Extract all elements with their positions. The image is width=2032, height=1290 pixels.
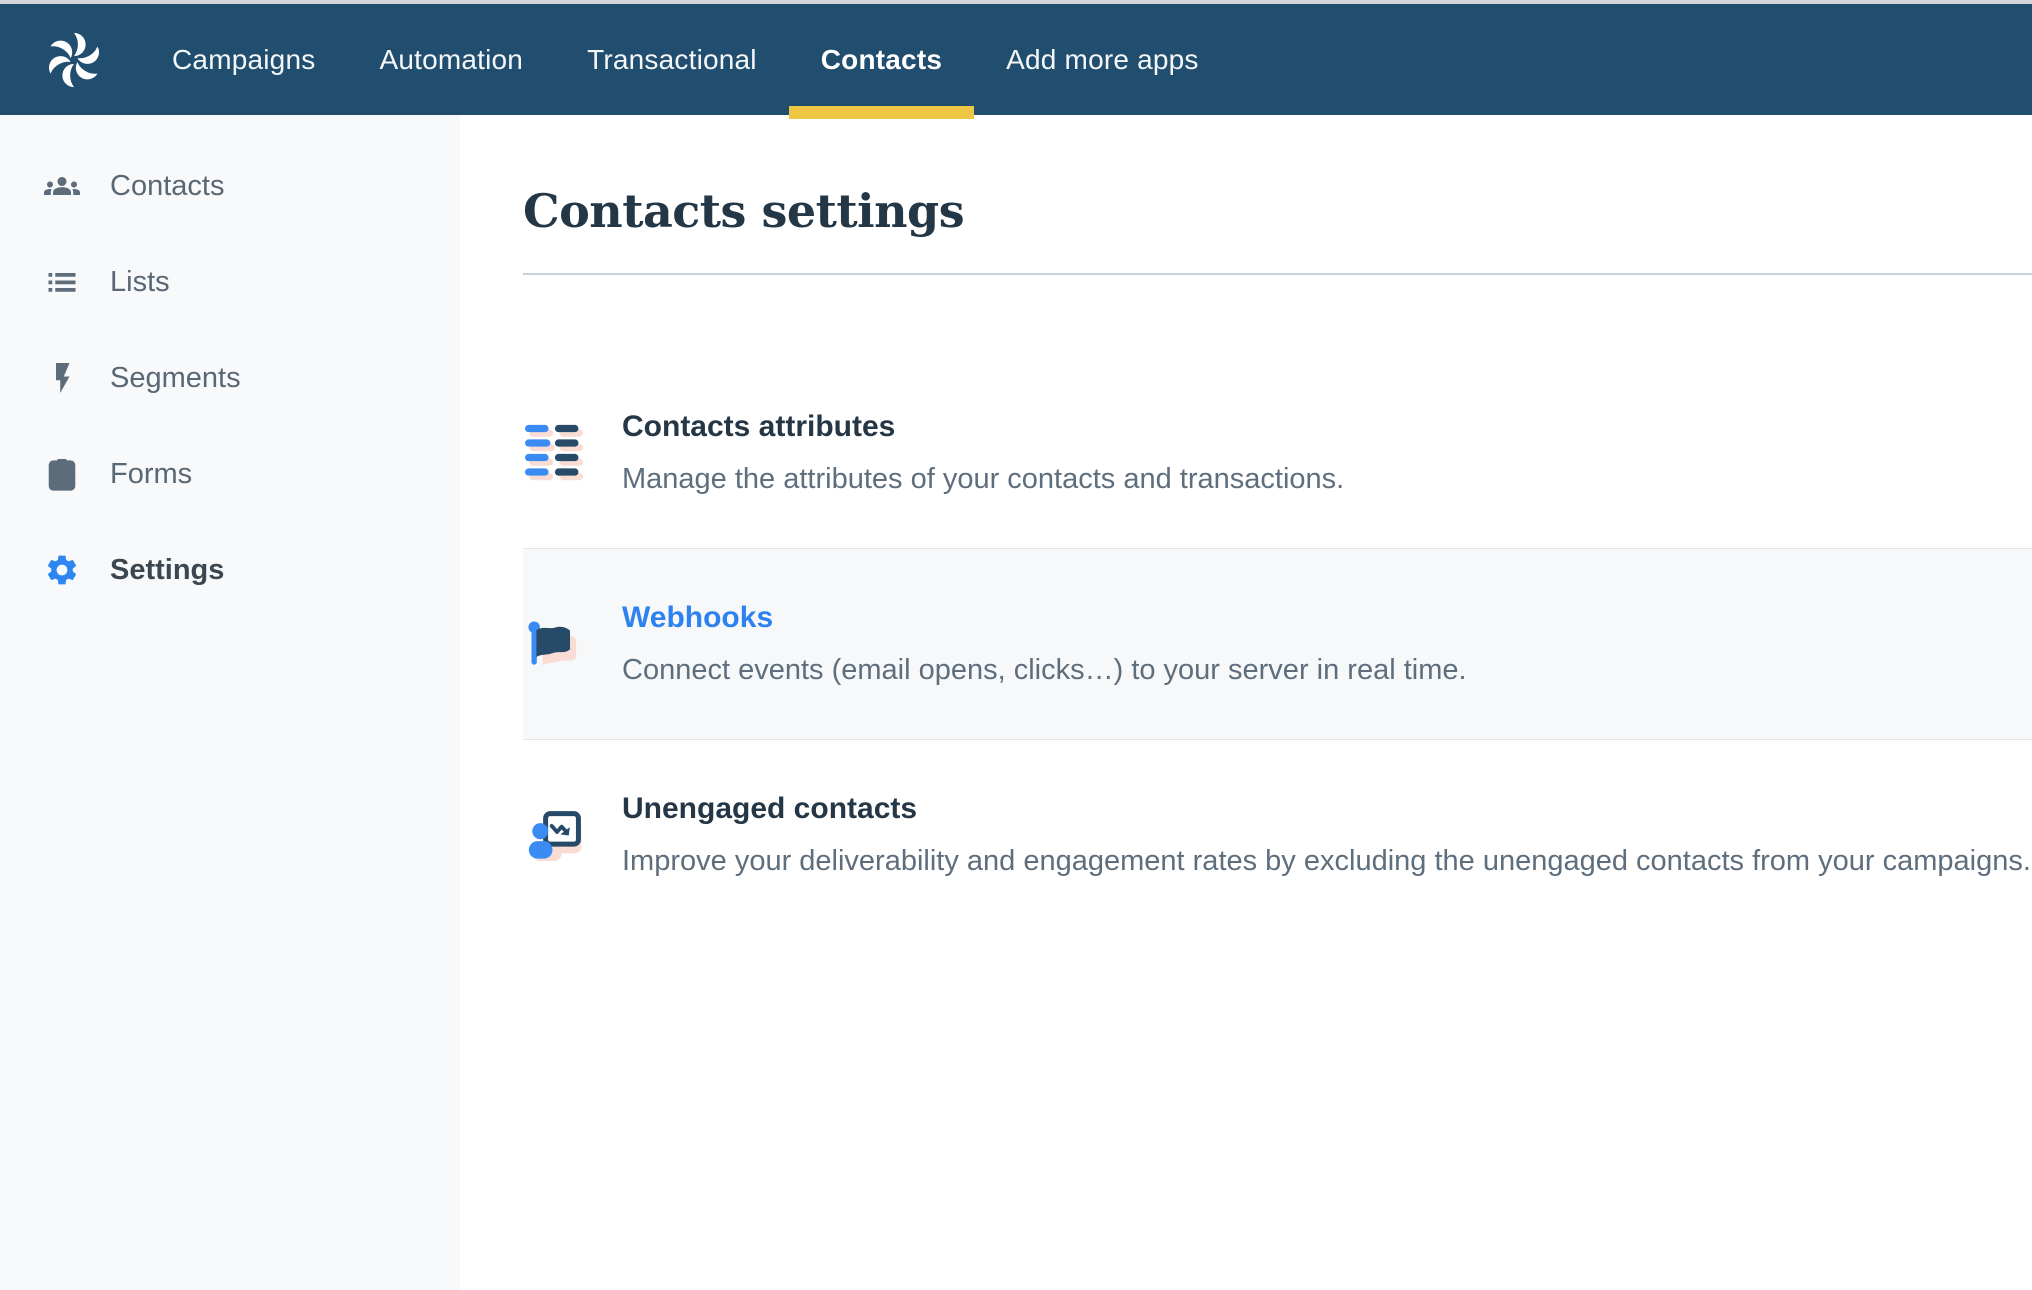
nav-tab-add-more-apps[interactable]: Add more apps [1006,44,1199,76]
settings-row-contacts-attributes[interactable]: Contacts attributes Manage the attribute… [523,358,2032,548]
sidebar-label: Forms [110,458,192,491]
sendinblue-logo-icon[interactable] [43,29,105,91]
webhooks-link[interactable]: Webhooks [622,599,1467,637]
attributes-icon [525,420,583,486]
sidebar-item-lists[interactable]: Lists [0,254,460,310]
sidebar-label: Segments [110,362,241,395]
row-title[interactable]: Unengaged contacts [622,790,2031,828]
people-icon [44,168,80,204]
row-description: Connect events (email opens, clicks…) to… [622,651,1467,689]
sidebar-item-forms[interactable]: Forms [0,446,460,502]
settings-row-unengaged-contacts[interactable]: Unengaged contacts Improve your delivera… [523,740,2032,930]
nav-tab-transactional[interactable]: Transactional [587,44,757,76]
sidebar-label: Lists [110,266,170,299]
top-navbar: Campaigns Automation Transactional Conta… [0,4,2032,115]
clipboard-check-icon [44,456,80,492]
topnav-items: Campaigns Automation Transactional Conta… [172,44,1199,76]
settings-rows: Contacts attributes Manage the attribute… [523,358,2032,930]
list-icon [44,264,80,300]
lightning-icon [44,360,80,396]
nav-tab-automation[interactable]: Automation [379,44,523,76]
flag-icon [525,611,583,677]
sidebar-item-contacts[interactable]: Contacts [0,158,460,214]
sidebar-item-settings[interactable]: Settings [0,542,460,598]
sidebar-label: Settings [110,554,224,587]
row-description: Improve your deliverability and engageme… [622,842,2031,880]
row-title[interactable]: Contacts attributes [622,408,1344,446]
row-description: Manage the attributes of your contacts a… [622,460,1344,498]
sidebar-label: Contacts [110,170,224,203]
main-content: Contacts settings [460,115,2032,1290]
page-title: Contacts settings [523,185,2032,237]
nav-tab-contacts[interactable]: Contacts [821,44,942,76]
title-divider [523,273,2032,275]
nav-tab-campaigns[interactable]: Campaigns [172,44,315,76]
person-chart-icon [525,802,583,868]
settings-row-webhooks[interactable]: Webhooks Connect events (email opens, cl… [523,548,2032,740]
gear-icon [44,552,80,588]
contacts-sidebar: Contacts Lists Segments [0,115,460,1290]
sidebar-item-segments[interactable]: Segments [0,350,460,406]
